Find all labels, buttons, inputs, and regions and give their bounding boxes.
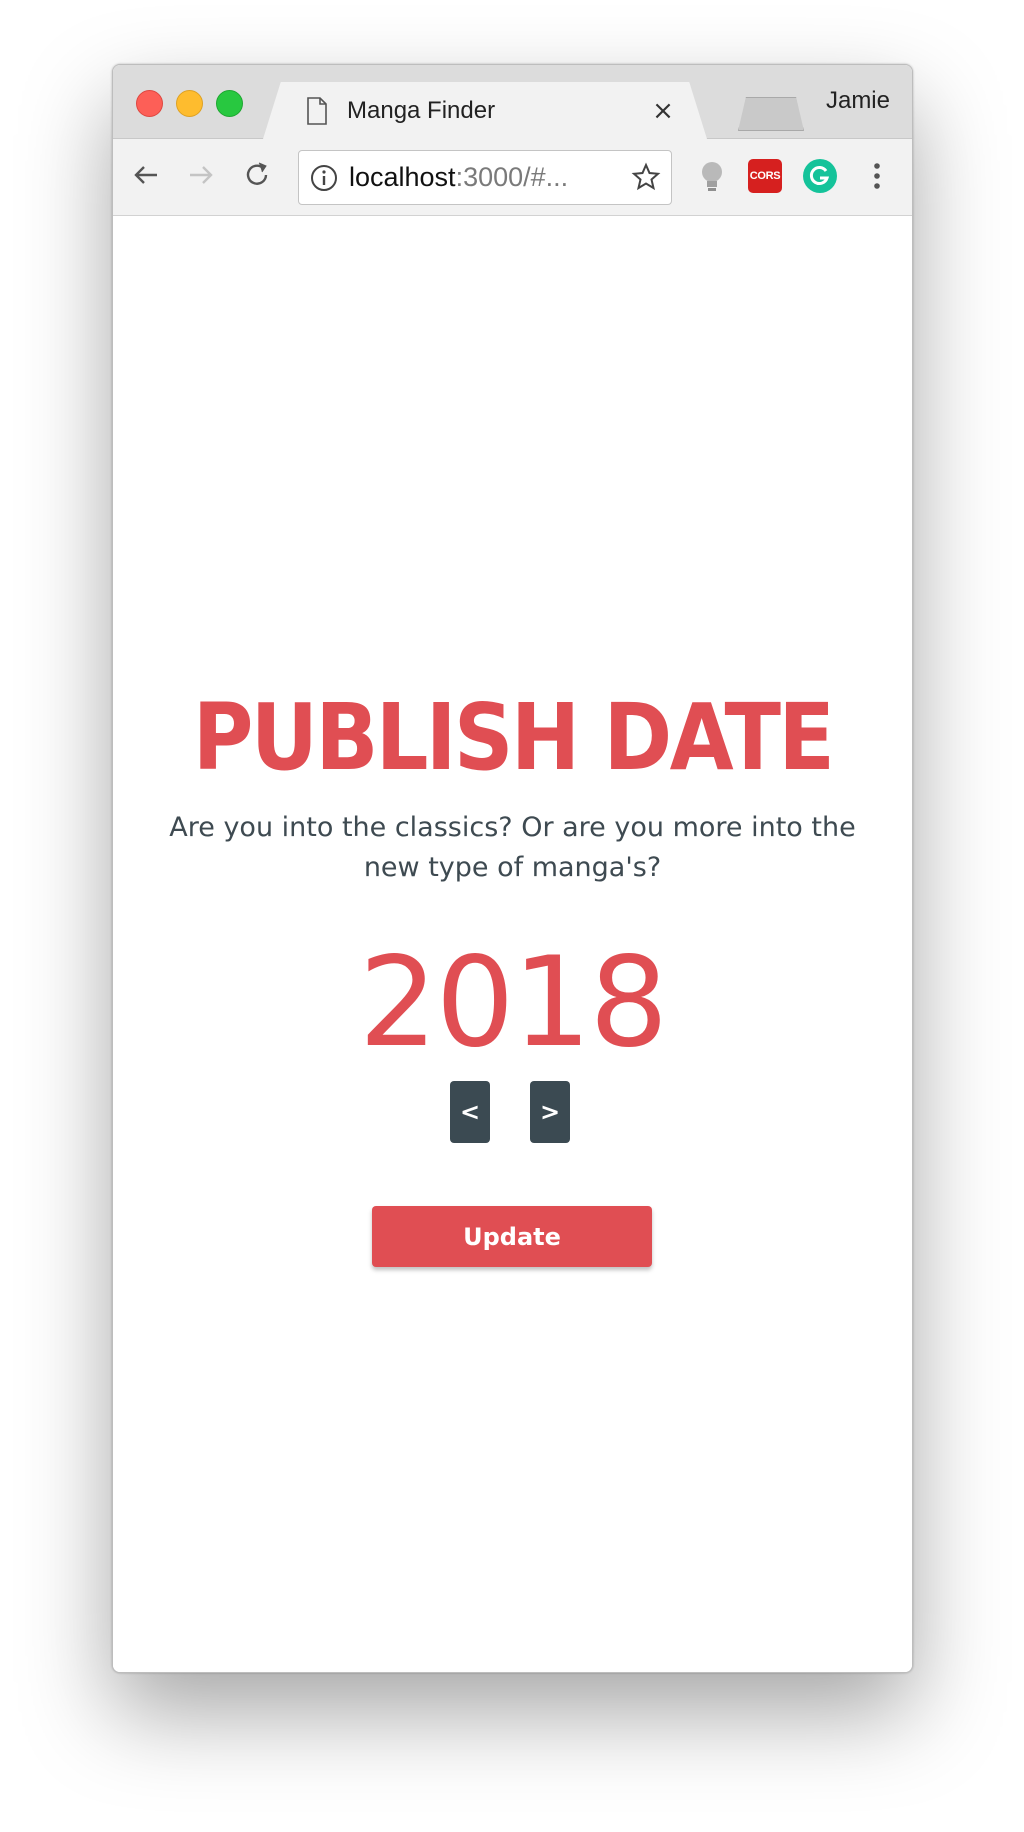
cors-label: CORS <box>749 170 781 182</box>
extension-cors-button[interactable]: CORS <box>748 159 782 193</box>
forward-button[interactable] <box>183 157 219 193</box>
info-icon[interactable] <box>309 163 339 193</box>
lightbulb-icon <box>702 162 722 191</box>
tab-strip: Manga Finder × Jamie <box>113 65 912 139</box>
browser-menu-button[interactable] <box>858 157 896 195</box>
reload-button[interactable] <box>239 157 275 193</box>
back-button[interactable] <box>128 157 164 193</box>
more-vertical-icon <box>874 163 880 189</box>
url-path: :3000/#... <box>455 162 569 192</box>
next-year-button[interactable]: > <box>530 1081 570 1143</box>
previous-year-button[interactable]: < <box>450 1081 490 1143</box>
update-button[interactable]: Update <box>372 1206 652 1267</box>
document-icon <box>307 96 327 125</box>
window-maximize-button[interactable] <box>216 90 243 117</box>
browser-window: Manga Finder × Jamie localhost:3000/#...… <box>112 64 913 1673</box>
extension-grammarly-button[interactable] <box>803 159 837 193</box>
reload-icon <box>246 162 268 185</box>
profile-name[interactable]: Jamie <box>826 87 890 115</box>
url-host: localhost <box>349 162 456 192</box>
page-title: PUBLISH DATE <box>192 684 835 791</box>
window-minimize-button[interactable] <box>176 90 203 117</box>
bookmark-star-icon[interactable] <box>631 162 661 192</box>
arrow-right-icon <box>190 166 213 184</box>
arrow-left-icon <box>134 166 157 184</box>
new-tab-button[interactable] <box>738 97 804 131</box>
page-description: Are you into the classics? Or are you mo… <box>169 812 856 883</box>
page-content: PUBLISH DATE Are you into the classics? … <box>113 216 912 1672</box>
browser-toolbar: localhost:3000/#... CORS <box>113 139 912 216</box>
tab-title: Manga Finder <box>347 96 496 124</box>
tab-manga-finder[interactable]: Manga Finder × <box>263 82 707 139</box>
window-close-button[interactable] <box>136 90 163 117</box>
year-value: 2018 <box>358 931 669 1075</box>
tab-close-icon[interactable]: × <box>649 96 677 126</box>
url-text: localhost:3000/#... <box>349 162 568 193</box>
grammarly-icon <box>809 166 830 185</box>
address-bar[interactable]: localhost:3000/#... <box>298 150 672 205</box>
extension-lightbulb-button[interactable] <box>693 157 731 195</box>
